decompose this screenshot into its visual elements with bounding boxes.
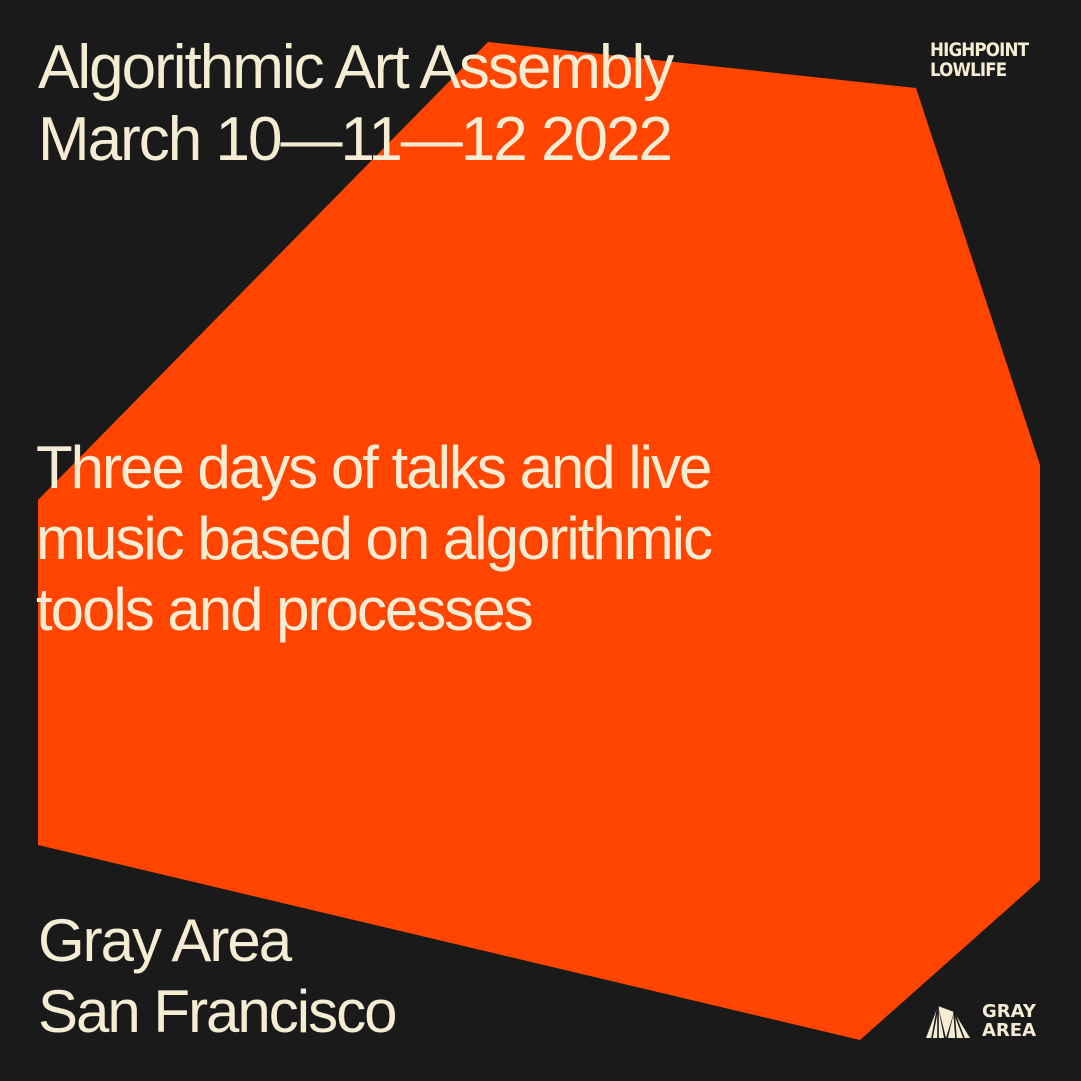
gray-area-logo: GRAY AREA xyxy=(924,1000,1044,1044)
venue-block: Gray Area San Francisco xyxy=(38,905,397,1047)
description-line: music based on algorithmic xyxy=(36,505,713,572)
gray-area-triangle-icon xyxy=(926,1005,970,1039)
venue-city: San Francisco xyxy=(38,978,397,1045)
venue-name: Gray Area xyxy=(38,907,292,974)
event-description: Three days of talks and live music based… xyxy=(36,432,936,645)
event-title: Algorithmic Art Assembly xyxy=(38,33,674,102)
event-heading: Algorithmic Art Assembly March 10—11—12 … xyxy=(38,32,674,176)
description-line: tools and processes xyxy=(36,576,534,643)
highpoint-lowlife-logo: HIGHPOINT LOWLIFE xyxy=(930,39,1029,81)
logo-line-lowlife: LOWLIFE xyxy=(930,59,1007,81)
wordmark-line-gray: GRAY xyxy=(982,1001,1036,1022)
wordmark-line-area: AREA xyxy=(982,1020,1037,1041)
description-line: Three days of talks and live xyxy=(36,434,712,501)
event-dates: March 10—11—12 2022 xyxy=(38,105,673,174)
gray-area-wordmark: GRAY AREA xyxy=(982,1002,1036,1040)
event-poster: Algorithmic Art Assembly March 10—11—12 … xyxy=(0,0,1081,1081)
logo-line-highpoint: HIGHPOINT xyxy=(930,39,1029,61)
